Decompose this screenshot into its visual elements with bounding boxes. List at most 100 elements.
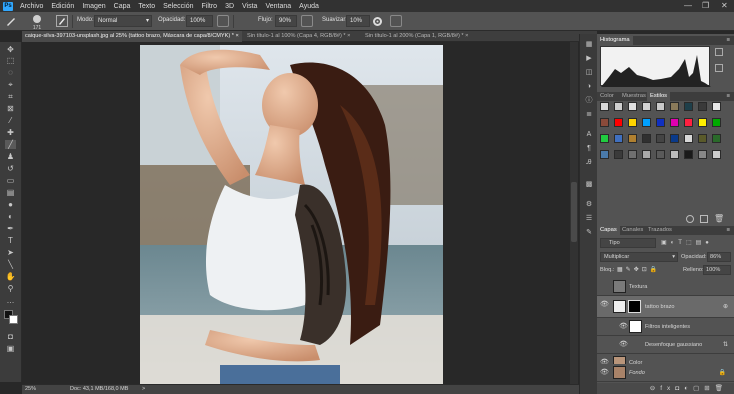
layer-filter-select[interactable]: Tipo [600,238,656,248]
style-swatch[interactable] [684,134,693,143]
learn-icon[interactable]: ⚙ [584,200,594,209]
zoom-level[interactable]: 25% [25,386,36,392]
pen-tool-icon[interactable]: ✒ [5,224,16,233]
tab-muestras[interactable]: Muestras [619,92,649,101]
info-icon[interactable]: ⓘ [584,96,594,105]
gear-icon[interactable] [372,16,384,28]
style-swatch[interactable] [600,134,609,143]
smart-filter-mask[interactable] [629,320,642,333]
style-swatch[interactable] [614,102,623,111]
vertical-scrollbar[interactable] [570,42,578,384]
style-swatch[interactable] [642,102,651,111]
layer-filter-icons[interactable]: ▣◐T⬚▤● [661,239,731,248]
tab-canales[interactable]: Canales [619,226,646,235]
layer-fondo[interactable]: 👁 Fondo 🔒 [597,364,734,382]
panel-menu-icon[interactable]: ≡ [727,36,730,45]
pressure-opacity-icon[interactable] [217,15,229,27]
style-swatch[interactable] [712,102,721,111]
eyedropper-tool-icon[interactable]: ⁄ [5,116,16,125]
filter-desenfoque-gaussiano[interactable]: 👁 Desenfoque gaussiano ⇅ [597,336,734,354]
style-swatch[interactable] [670,134,679,143]
stamp-tool-icon[interactable]: ♟ [5,152,16,161]
minimize-button[interactable]: — [684,1,692,10]
menu-3d[interactable]: 3D [221,3,238,10]
move-tool-icon[interactable]: ✥ [5,45,16,54]
warning-icon[interactable] [715,48,723,56]
style-swatch[interactable] [614,118,623,127]
history-brush-tool-icon[interactable]: ↺ [5,164,16,173]
style-swatch[interactable] [684,102,693,111]
style-swatch[interactable] [642,118,651,127]
style-swatch[interactable] [712,150,721,159]
quick-mask-icon[interactable]: ◘ [5,332,16,341]
libraries-icon[interactable]: ☰ [584,214,594,223]
style-swatch[interactable] [600,118,609,127]
fill-input[interactable]: 100% [703,265,731,275]
brush-tool-icon[interactable] [5,15,17,27]
style-swatch[interactable] [600,102,609,111]
pressure-size-icon[interactable] [390,15,402,27]
eye-icon[interactable]: 👁 [619,318,628,336]
refresh-icon[interactable] [715,64,723,72]
brush-tool-icon[interactable]: ╱ [5,140,16,149]
tab-color[interactable]: Color [597,92,617,101]
style-swatch[interactable] [670,150,679,159]
type-tool-icon[interactable]: T [5,236,16,245]
style-swatch[interactable] [698,134,707,143]
menu-ayuda[interactable]: Ayuda [295,3,323,10]
style-swatch[interactable] [670,118,679,127]
tab-capas[interactable]: Capas [597,226,620,235]
layers-footer-toolbar[interactable]: ⊖fx◘◐▢⊞🗑 [597,383,734,394]
swatches-icon[interactable]: ▩ [584,180,594,189]
tab-histogram[interactable]: Histograma [597,36,633,45]
restore-button[interactable]: ❐ [702,1,709,10]
layer-mask-thumbnail[interactable] [628,300,641,313]
style-swatch[interactable] [628,118,637,127]
filter-options-icon[interactable]: ⇅ [723,336,728,354]
brush-preset-picker[interactable]: 171 [28,14,46,31]
style-swatch[interactable] [712,134,721,143]
style-swatch[interactable] [712,118,721,127]
actions-icon[interactable]: ▶ [584,54,594,63]
style-swatch[interactable] [642,150,651,159]
menu-seleccion[interactable]: Selección [159,3,197,10]
gradient-tool-icon[interactable]: ▤ [5,188,16,197]
style-swatch[interactable] [656,134,665,143]
new-style-icon[interactable] [700,215,708,223]
panel-menu-icon[interactable]: ≡ [727,92,730,101]
brush-settings-dock-icon[interactable]: ✎ [584,228,594,237]
tab-document-2[interactable]: Sin título-1 al 100% (Capa 4, RGB/8#) * … [244,31,360,42]
style-swatch[interactable] [684,150,693,159]
menu-filtro[interactable]: Filtro [198,3,222,10]
style-swatch[interactable] [628,134,637,143]
history-icon[interactable]: ▦ [584,40,594,49]
style-swatch[interactable] [656,102,665,111]
style-swatch[interactable] [698,118,707,127]
tab-trazados[interactable]: Trazados [645,226,675,235]
style-swatch[interactable] [698,102,707,111]
close-tab-icon[interactable]: × [465,33,468,39]
style-swatch[interactable] [642,134,651,143]
menu-capa[interactable]: Capa [110,3,135,10]
menu-edicion[interactable]: Edición [47,3,78,10]
line-tool-icon[interactable]: ╲ [5,260,16,269]
eye-icon[interactable]: 👁 [600,364,609,382]
healing-tool-icon[interactable]: ✚ [5,128,16,137]
menu-archivo[interactable]: Archivo [16,3,47,10]
eye-icon[interactable]: 👁 [600,296,609,314]
marquee-tool-icon[interactable]: ⬚ [5,56,16,65]
menu-texto[interactable]: Texto [134,3,159,10]
lasso-tool-icon[interactable]: ◌ [5,68,16,77]
hand-tool-icon[interactable]: ✋ [5,272,16,281]
brush-settings-icon[interactable] [56,15,68,27]
eye-icon[interactable]: 👁 [619,336,628,354]
document-canvas-image[interactable] [140,45,443,385]
quick-select-tool-icon[interactable]: ⌖ [5,80,16,89]
menu-imagen[interactable]: Imagen [78,3,109,10]
smoothing-input[interactable]: 10% [346,15,370,27]
layer-tattoo-brazo[interactable]: 👁 tattoo brazo ⊕ [597,296,734,318]
style-swatch[interactable] [656,118,665,127]
close-tab-icon[interactable]: × [236,33,239,39]
eraser-tool-icon[interactable]: ▭ [5,176,16,185]
style-swatch[interactable] [670,102,679,111]
